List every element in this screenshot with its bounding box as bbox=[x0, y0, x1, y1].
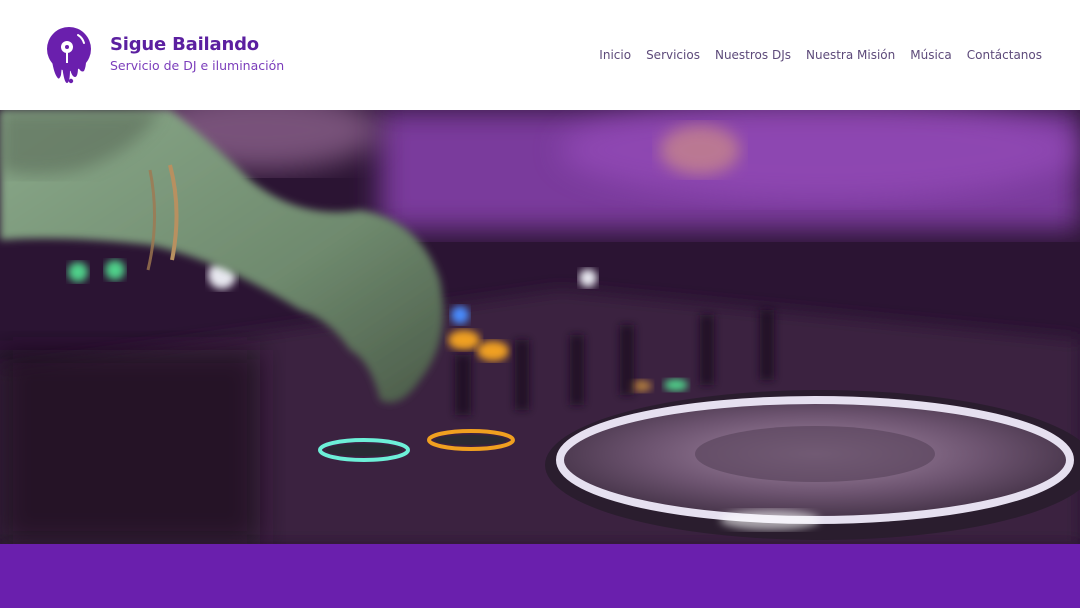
nav-item-contactanos[interactable]: Contáctanos bbox=[967, 48, 1042, 62]
nav-item-servicios[interactable]: Servicios bbox=[646, 48, 700, 62]
hero-image bbox=[0, 110, 1080, 544]
nav-item-musica[interactable]: Música bbox=[910, 48, 952, 62]
brand-subtitle: Servicio de DJ e iluminación bbox=[110, 58, 285, 73]
site-header: Sigue Bailando Servicio de DJ e iluminac… bbox=[0, 0, 1080, 110]
vinyl-drip-icon[interactable] bbox=[44, 25, 94, 85]
nav-item-nuestros-djs[interactable]: Nuestros DJs bbox=[715, 48, 791, 62]
nav-item-nuestra-mision[interactable]: Nuestra Misión bbox=[806, 48, 895, 62]
brand-title[interactable]: Sigue Bailando bbox=[110, 34, 259, 55]
nav-item-inicio[interactable]: Inicio bbox=[599, 48, 631, 62]
dj-turntable-photo bbox=[0, 110, 1080, 544]
main-nav: Inicio Servicios Nuestros DJs Nuestra Mi… bbox=[599, 48, 1042, 62]
purple-band bbox=[0, 544, 1080, 608]
